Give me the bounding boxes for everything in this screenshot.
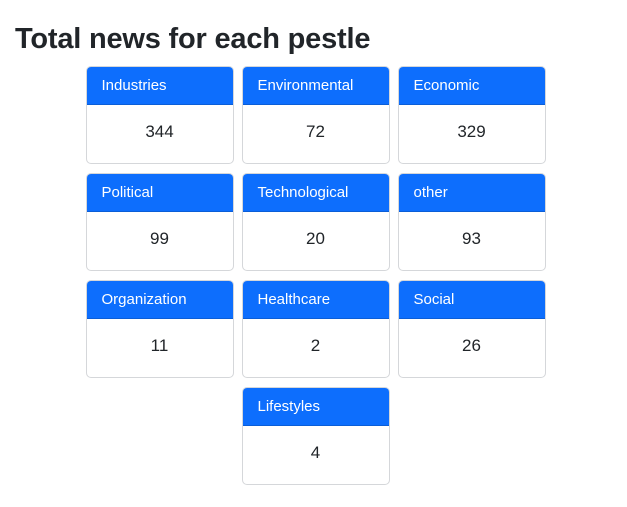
card-count: 2: [310, 336, 321, 355]
pestle-card-political: Political 99: [85, 173, 234, 271]
card-header-label: Environmental: [242, 67, 389, 105]
card-count: 329: [457, 122, 486, 141]
card-count: 20: [306, 229, 325, 248]
card-header-label: Organization: [86, 281, 233, 319]
pestle-card-technological: Technological 20: [241, 173, 390, 271]
pestle-card-organization: Organization 11: [85, 280, 234, 378]
pestle-card-economic: Economic 329: [397, 66, 546, 164]
pestle-card-other: other 93: [397, 173, 546, 271]
card-header-label: Healthcare: [242, 281, 389, 319]
pestle-card-lifestyles: Lifestyles 4: [241, 387, 390, 485]
pestle-card-healthcare: Healthcare 2: [241, 280, 390, 378]
page-title: Total news for each pestle: [15, 23, 371, 55]
card-header-label: Social: [398, 281, 545, 319]
card-count: 72: [306, 122, 325, 141]
card-count: 26: [462, 336, 481, 355]
card-count: 344: [145, 122, 174, 141]
card-count: 93: [462, 229, 481, 248]
pestle-card-environmental: Environmental 72: [241, 66, 390, 164]
card-header-label: other: [398, 174, 545, 212]
card-count: 99: [150, 229, 169, 248]
card-count: 4: [310, 443, 321, 462]
card-header-label: Industries: [86, 67, 233, 105]
pestle-card-grid: Industries 344 Environmental 72 Economic…: [83, 66, 548, 485]
pestle-card-social: Social 26: [397, 280, 546, 378]
page-container: Total news for each pestle Industries 34…: [0, 0, 627, 507]
card-header-label: Political: [86, 174, 233, 212]
card-count: 11: [150, 336, 169, 355]
card-header-label: Technological: [242, 174, 389, 212]
card-header-label: Lifestyles: [242, 388, 389, 426]
pestle-card-industries: Industries 344: [85, 66, 234, 164]
card-header-label: Economic: [398, 67, 545, 105]
